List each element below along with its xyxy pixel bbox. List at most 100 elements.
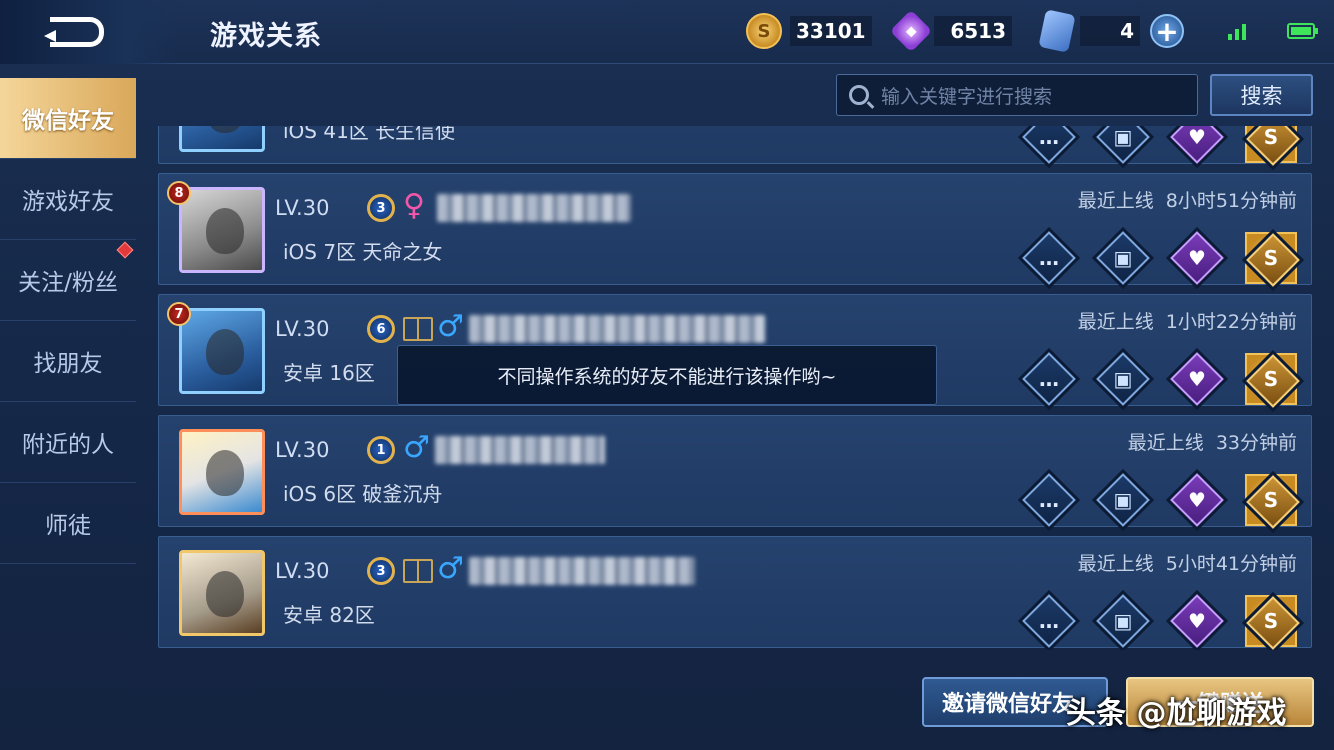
diamond-icon: ◆ [889, 9, 933, 53]
friend-level: LV.30 [275, 196, 330, 220]
friend-name-blurred [435, 436, 605, 464]
gold-send-icon: S [1263, 126, 1279, 149]
heart-icon: ♥ [1188, 488, 1206, 512]
rank-badge: 8 [167, 181, 191, 205]
send-gold-button[interactable]: S [1245, 595, 1300, 650]
heart-icon: ♥ [1188, 367, 1206, 391]
gift-icon: ▣ [1113, 367, 1133, 391]
friend-actions: … ▣ ♥ S [1022, 594, 1300, 650]
intimacy-button[interactable]: ♥ [1170, 231, 1224, 285]
friend-actions: … ▣ ♥ S [1022, 231, 1300, 287]
diamond-amount: 6513 [934, 16, 1012, 46]
last-online: 最近上线 8小时51分钟前 [1077, 190, 1297, 212]
sidebar-item-mentor[interactable]: 师徒 [0, 483, 136, 564]
friend-level: LV.30 [275, 317, 330, 341]
friend-server: 安卓 82区 [283, 603, 375, 627]
friend-actions: … ▣ ♥ S [1022, 352, 1300, 408]
friend-server: iOS 7区 天命之女 [283, 240, 443, 264]
sidebar-item-find-friends[interactable]: 找朋友 [0, 321, 136, 402]
friend-row[interactable]: LV.30 3 ♂ 安卓 82区 最近上线 5小时41分钟前 … ▣ ♥ S [158, 536, 1312, 650]
friend-avatar[interactable] [179, 126, 265, 152]
sidebar-item-wechat-friends[interactable]: 微信好友 [0, 78, 136, 159]
friend-actions: … ▣ ♥ S [1022, 473, 1300, 529]
sidebar-item-follow-fans[interactable]: 关注/粉丝 [0, 240, 136, 321]
friend-avatar[interactable] [179, 550, 265, 636]
watermark: 头条 @尬聊游戏 [1066, 696, 1287, 731]
send-gold-button[interactable]: S [1245, 353, 1300, 408]
gift-button[interactable]: ▣ [1096, 473, 1150, 527]
gender-male-icon: ♂ [437, 309, 464, 344]
sidebar-item-label: 关注/粉丝 [18, 270, 118, 296]
gift-button[interactable]: ▣ [1096, 126, 1150, 164]
gold-send-icon: S [1263, 246, 1279, 270]
send-gold-button[interactable]: S [1245, 474, 1300, 529]
gold-coin-icon: S [746, 13, 782, 49]
search-icon [849, 85, 869, 105]
friend-avatar[interactable] [179, 187, 265, 273]
mentor-book-icon [403, 317, 433, 341]
chat-bubble-icon: … [1039, 367, 1059, 391]
gift-button[interactable]: ▣ [1096, 231, 1150, 285]
gender-male-icon: ♂ [403, 430, 430, 465]
send-gold-button[interactable]: S [1245, 126, 1300, 166]
chat-button[interactable]: … [1022, 473, 1076, 527]
mentor-book-icon [403, 559, 433, 583]
ticket-amount: 4 [1080, 16, 1140, 46]
sidebar-item-game-friends[interactable]: 游戏好友 [0, 159, 136, 240]
toast-message: 不同操作系统的好友不能进行该操作哟~ [397, 345, 937, 405]
last-online: 最近上线 1小时22分钟前 [1077, 311, 1297, 333]
ticket-currency: 4 [1038, 9, 1140, 53]
friend-server: iOS 41区 长生信使 [283, 126, 456, 143]
add-currency-button[interactable]: + [1150, 14, 1184, 48]
gift-button[interactable]: ▣ [1096, 594, 1150, 648]
chat-bubble-icon: … [1039, 246, 1059, 270]
gift-icon: ▣ [1113, 126, 1133, 149]
friend-actions: … ▣ ♥ S [1022, 126, 1300, 166]
friend-server: 安卓 16区 [283, 361, 375, 385]
notification-dot-icon [116, 241, 134, 259]
chat-button[interactable]: … [1022, 231, 1076, 285]
gift-icon: ▣ [1113, 488, 1133, 512]
vip-badge: 6 [367, 315, 395, 343]
gold-send-icon: S [1263, 609, 1279, 633]
vip-badge: 1 [367, 436, 395, 464]
last-online: 最近上线 33分钟前 [1127, 432, 1297, 454]
back-button[interactable] [0, 0, 180, 64]
gender-female-icon: ♀ [403, 188, 425, 223]
friend-row[interactable]: iOS 41区 长生信使 … ▣ ♥ S [158, 126, 1312, 166]
ticket-icon [1038, 9, 1076, 53]
sidebar-item-label: 师徒 [45, 513, 91, 539]
chat-bubble-icon: … [1039, 609, 1059, 633]
intimacy-button[interactable]: ♥ [1170, 126, 1224, 164]
search-button[interactable]: 搜索 [1210, 74, 1313, 116]
gender-male-icon: ♂ [437, 551, 464, 586]
chat-button[interactable]: … [1022, 352, 1076, 406]
friend-avatar[interactable] [179, 429, 265, 515]
friend-row[interactable]: 8 LV.30 3 ♀ iOS 7区 天命之女 最近上线 8小时51分钟前 … ▣… [158, 173, 1312, 287]
heart-icon: ♥ [1188, 126, 1206, 149]
back-arrow-icon [44, 17, 104, 47]
intimacy-button[interactable]: ♥ [1170, 594, 1224, 648]
send-gold-button[interactable]: S [1245, 232, 1300, 287]
chat-button[interactable]: … [1022, 594, 1076, 648]
chat-button[interactable]: … [1022, 126, 1076, 164]
sidebar-item-nearby[interactable]: 附近的人 [0, 402, 136, 483]
intimacy-button[interactable]: ♥ [1170, 473, 1224, 527]
vip-badge: 3 [367, 194, 395, 222]
friend-level: LV.30 [275, 438, 330, 462]
sidebar: 微信好友 游戏好友 关注/粉丝 找朋友 附近的人 师徒 [0, 78, 136, 750]
search-input[interactable]: 输入关键字进行搜索 [836, 74, 1198, 116]
heart-icon: ♥ [1188, 609, 1206, 633]
page-title: 游戏关系 [210, 21, 322, 52]
gift-icon: ▣ [1113, 246, 1133, 270]
friend-row[interactable]: LV.30 1 ♂ iOS 6区 破釜沉舟 最近上线 33分钟前 … ▣ ♥ S [158, 415, 1312, 529]
gold-amount: 33101 [790, 16, 872, 46]
chat-bubble-icon: … [1039, 126, 1059, 149]
friend-level: LV.30 [275, 559, 330, 583]
heart-icon: ♥ [1188, 246, 1206, 270]
friend-avatar[interactable] [179, 308, 265, 394]
intimacy-button[interactable]: ♥ [1170, 352, 1224, 406]
friend-name-blurred [469, 315, 765, 343]
gift-button[interactable]: ▣ [1096, 352, 1150, 406]
signal-icon [1228, 22, 1246, 40]
